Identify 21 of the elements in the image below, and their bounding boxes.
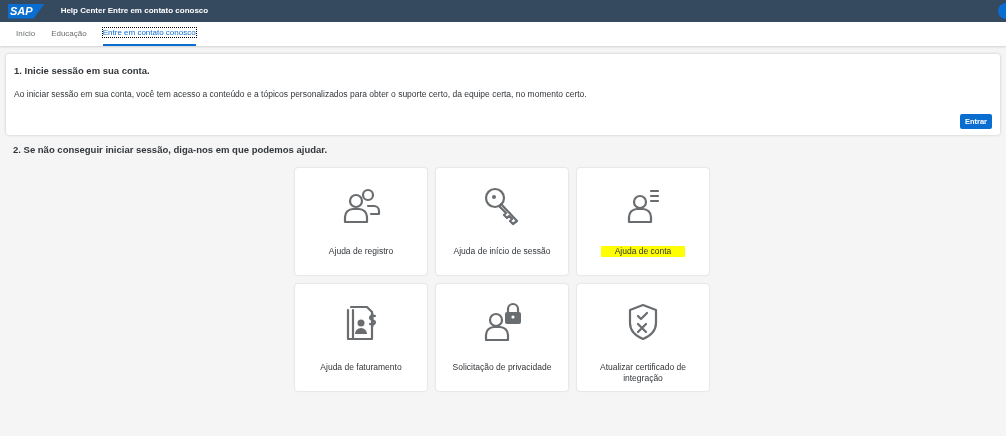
help-tile[interactable]: Ajuda de registro — [295, 168, 427, 276]
section-heading: 2. Se não conseguir iniciar sessão, diga-nos em que podemos ajudar. — [13, 143, 329, 157]
tile-label: Ajuda de início de sessão — [452, 246, 552, 258]
help-tile[interactable]: Ajuda de faturamento — [295, 284, 427, 392]
tile-label: Atualizar certificado de integração — [599, 362, 687, 385]
header-title: Help Center Entre em contato conosco — [60, 5, 209, 17]
help-tile[interactable]: Atualizar certificado de integração — [577, 284, 709, 392]
tile-label: Ajuda de conta — [600, 246, 686, 258]
nav-tab[interactable]: Educação — [51, 22, 87, 46]
help-tile[interactable]: Ajuda de início de sessão — [436, 168, 568, 276]
nav-tab[interactable]: Início — [16, 22, 36, 46]
section-heading: 1. Inicie sessão em sua conta. — [14, 64, 151, 78]
nav-tab[interactable]: Entre em contato conosco — [102, 22, 196, 46]
sap-logo[interactable]: SAP — [8, 3, 45, 19]
tile-label: Ajuda de registro — [327, 246, 395, 258]
help-tile[interactable]: Ajuda de conta — [577, 168, 709, 276]
signin-description: Ao iniciar sessão em sua conta, você tem acesso a conteúdo e a tópicos personalizados para obter o suporte certo, da equipe certa, no momento certo. — [14, 88, 588, 101]
user-lock-icon — [482, 302, 522, 343]
tile-label: Solicitação de privacidade — [451, 362, 553, 374]
help-tile[interactable]: Solicitação de privacidade — [436, 284, 568, 392]
tile-label: Ajuda de faturamento — [319, 362, 403, 374]
